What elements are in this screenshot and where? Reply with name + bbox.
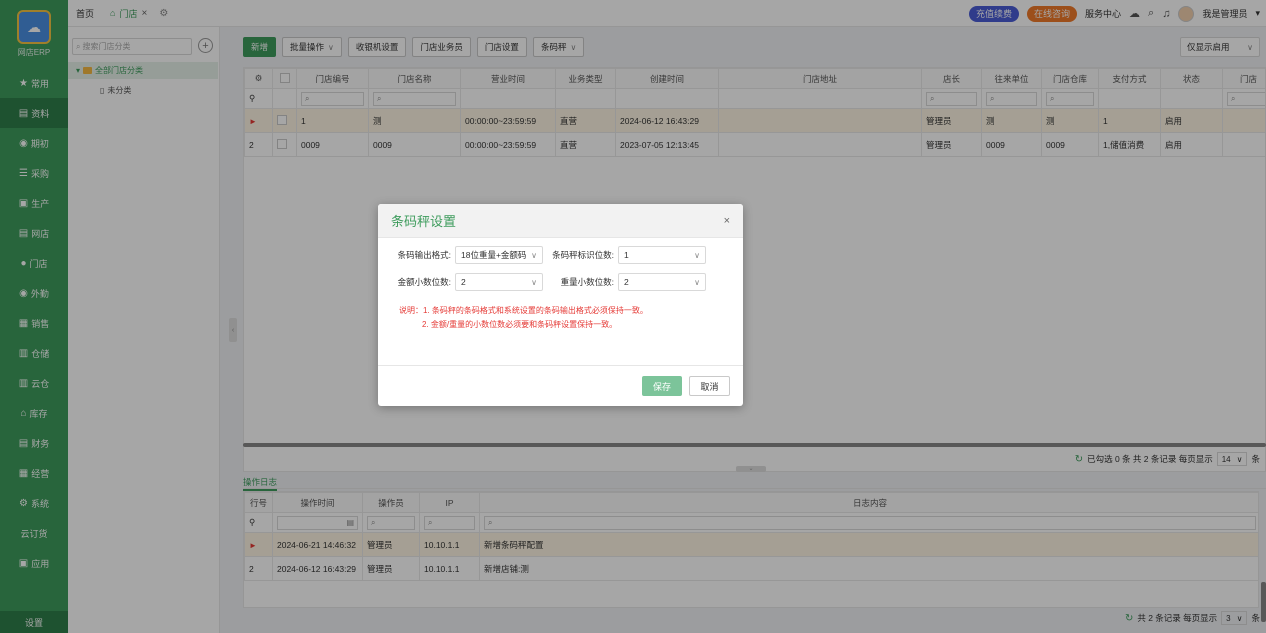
dialog-footer: 保存 取消 [378, 365, 743, 406]
format-select[interactable]: 18位重量+金额码 ∨ [455, 246, 543, 264]
amount-decimals-select[interactable]: 2 ∨ [455, 273, 543, 291]
dialog-title: 条码秤设置 [391, 214, 457, 229]
weight-label: 重量小数位数: [560, 277, 614, 287]
chevron-down-icon: ∨ [694, 250, 700, 260]
cancel-button[interactable]: 取消 [689, 376, 730, 396]
note-line-2: 2. 金额/重量的小数位数必须要和条码秤设置保持一致。 [422, 320, 618, 329]
barcode-scale-settings-dialog: 条码秤设置 × 条码输出格式: 18位重量+金额码 ∨ 条码秤标识位数: 1 ∨ 金… [378, 204, 743, 406]
flag-digits-select[interactable]: 1 ∨ [618, 246, 706, 264]
save-button[interactable]: 保存 [642, 376, 682, 396]
flag-digits-field: 条码秤标识位数: 1 ∨ [548, 246, 706, 264]
amount-value: 2 [461, 277, 466, 287]
chevron-down-icon: ∨ [694, 277, 700, 287]
flag-label: 条码秤标识位数: [552, 250, 614, 260]
format-value: 18位重量+金额码 [461, 250, 527, 260]
flag-value: 1 [624, 250, 629, 260]
weight-decimals-field: 重量小数位数: 2 ∨ [548, 273, 706, 291]
format-label: 条码输出格式: [397, 250, 451, 260]
note-line-1: 说明：1. 条码秤的条码格式和系统设置的条码输出格式必须保持一致。 [399, 306, 648, 315]
amount-decimals-field: 金额小数位数: 2 ∨ [394, 273, 543, 291]
dialog-header: 条码秤设置 × [378, 204, 743, 238]
dialog-note: 说明：1. 条码秤的条码格式和系统设置的条码输出格式必须保持一致。 2. 金额/… [399, 304, 648, 332]
weight-decimals-select[interactable]: 2 ∨ [618, 273, 706, 291]
close-icon[interactable]: × [724, 215, 730, 227]
format-field: 条码输出格式: 18位重量+金额码 ∨ [394, 246, 543, 264]
chevron-down-icon: ∨ [531, 250, 537, 260]
amount-label: 金额小数位数: [397, 277, 451, 287]
chevron-down-icon: ∨ [531, 277, 537, 287]
weight-value: 2 [624, 277, 629, 287]
